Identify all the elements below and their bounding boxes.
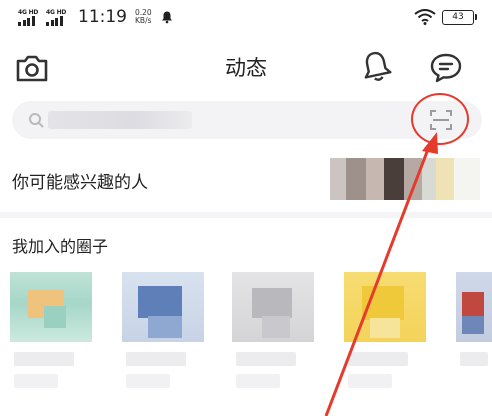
annotation-arrow [324, 132, 438, 416]
